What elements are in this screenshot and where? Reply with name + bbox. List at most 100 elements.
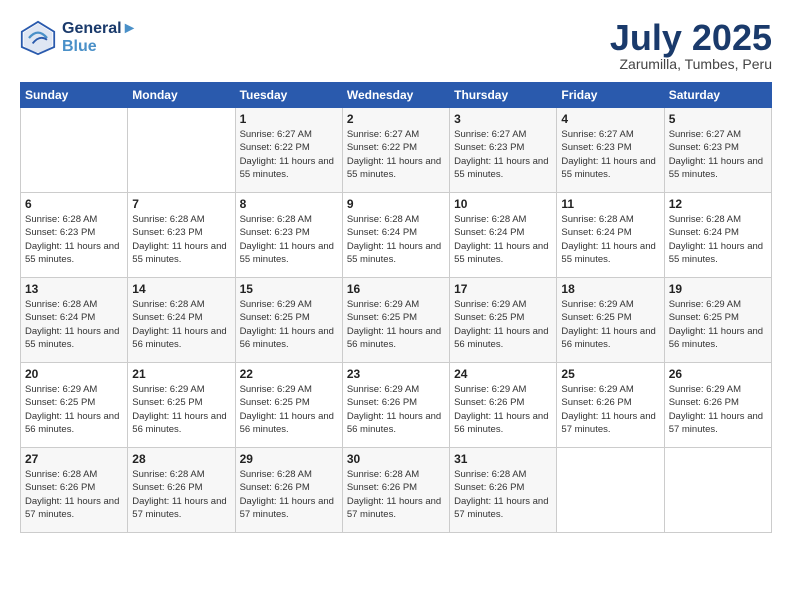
calendar-cell: 10 Sunrise: 6:28 AMSunset: 6:24 PMDayligh… — [450, 193, 557, 278]
calendar-cell: 16 Sunrise: 6:29 AMSunset: 6:25 PMDayligh… — [342, 278, 449, 363]
day-number: 30 — [347, 452, 445, 466]
calendar-cell: 28 Sunrise: 6:28 AMSunset: 6:26 PMDayligh… — [128, 448, 235, 533]
day-detail: Sunrise: 6:29 AMSunset: 6:26 PMDaylight:… — [347, 383, 445, 436]
calendar-cell — [557, 448, 664, 533]
day-detail: Sunrise: 6:29 AMSunset: 6:25 PMDaylight:… — [132, 383, 230, 436]
calendar-cell: 11Sunrise: 6:28 AMSunset: 6:24 PMDayligh… — [557, 193, 664, 278]
logo-icon — [20, 20, 56, 56]
day-number: 21 — [132, 367, 230, 381]
calendar-cell: 15 Sunrise: 6:29 AMSunset: 6:25 PMDayligh… — [235, 278, 342, 363]
day-detail: Sunrise: 6:28 AMSunset: 6:23 PMDaylight:… — [132, 213, 230, 266]
calendar-cell: 19 Sunrise: 6:29 AMSunset: 6:25 PMDayligh… — [664, 278, 771, 363]
day-number: 19 — [669, 282, 767, 296]
day-detail: Sunrise: 6:29 AMSunset: 6:25 PMDaylight:… — [240, 298, 338, 351]
calendar-cell: 12Sunrise: 6:28 AMSunset: 6:24 PMDayligh… — [664, 193, 771, 278]
day-detail: Sunrise: 6:27 AMSunset: 6:23 PMDaylight:… — [454, 128, 552, 181]
calendar-cell: 27 Sunrise: 6:28 AMSunset: 6:26 PMDayligh… — [21, 448, 128, 533]
weekday-header-tuesday: Tuesday — [235, 83, 342, 108]
day-detail: Sunrise: 6:29 AMSunset: 6:25 PMDaylight:… — [240, 383, 338, 436]
weekday-header-saturday: Saturday — [664, 83, 771, 108]
day-detail: Sunrise: 6:29 AMSunset: 6:25 PMDaylight:… — [561, 298, 659, 351]
day-number: 28 — [132, 452, 230, 466]
title-block: July 2025 Zarumilla, Tumbes, Peru — [610, 20, 772, 72]
day-number: 8 — [240, 197, 338, 211]
calendar-cell: 17 Sunrise: 6:29 AMSunset: 6:25 PMDayligh… — [450, 278, 557, 363]
calendar-cell: 18 Sunrise: 6:29 AMSunset: 6:25 PMDayligh… — [557, 278, 664, 363]
day-detail: Sunrise: 6:29 AMSunset: 6:25 PMDaylight:… — [25, 383, 123, 436]
calendar-cell: 6 Sunrise: 6:28 AMSunset: 6:23 PMDaylight… — [21, 193, 128, 278]
day-number: 15 — [240, 282, 338, 296]
calendar-cell: 3 Sunrise: 6:27 AMSunset: 6:23 PMDaylight… — [450, 108, 557, 193]
calendar-table: SundayMondayTuesdayWednesdayThursdayFrid… — [20, 82, 772, 533]
calendar-cell — [664, 448, 771, 533]
month-title: July 2025 — [610, 20, 772, 56]
weekday-header-thursday: Thursday — [450, 83, 557, 108]
weekday-header-monday: Monday — [128, 83, 235, 108]
day-detail: Sunrise: 6:28 AMSunset: 6:26 PMDaylight:… — [25, 468, 123, 521]
day-detail: Sunrise: 6:29 AMSunset: 6:25 PMDaylight:… — [454, 298, 552, 351]
day-detail: Sunrise: 6:29 AMSunset: 6:26 PMDaylight:… — [454, 383, 552, 436]
day-detail: Sunrise: 6:27 AMSunset: 6:23 PMDaylight:… — [561, 128, 659, 181]
day-number: 14 — [132, 282, 230, 296]
calendar-cell: 31 Sunrise: 6:28 AMSunset: 6:26 PMDayligh… — [450, 448, 557, 533]
day-number: 2 — [347, 112, 445, 126]
day-detail: Sunrise: 6:28 AMSunset: 6:24 PMDaylight:… — [561, 213, 659, 266]
calendar-cell: 20Sunrise: 6:29 AMSunset: 6:25 PMDayligh… — [21, 363, 128, 448]
day-number: 17 — [454, 282, 552, 296]
calendar-week-row: 1 Sunrise: 6:27 AMSunset: 6:22 PMDaylight… — [21, 108, 772, 193]
calendar-cell: 21 Sunrise: 6:29 AMSunset: 6:25 PMDayligh… — [128, 363, 235, 448]
calendar-cell: 1 Sunrise: 6:27 AMSunset: 6:22 PMDaylight… — [235, 108, 342, 193]
calendar-week-row: 20Sunrise: 6:29 AMSunset: 6:25 PMDayligh… — [21, 363, 772, 448]
calendar-cell: 26 Sunrise: 6:29 AMSunset: 6:26 PMDayligh… — [664, 363, 771, 448]
calendar-cell: 14 Sunrise: 6:28 AMSunset: 6:24 PMDayligh… — [128, 278, 235, 363]
day-detail: Sunrise: 6:28 AMSunset: 6:24 PMDaylight:… — [132, 298, 230, 351]
day-number: 31 — [454, 452, 552, 466]
calendar-cell: 2Sunrise: 6:27 AMSunset: 6:22 PMDaylight… — [342, 108, 449, 193]
calendar-cell — [21, 108, 128, 193]
calendar-cell: 5 Sunrise: 6:27 AMSunset: 6:23 PMDaylight… — [664, 108, 771, 193]
day-number: 5 — [669, 112, 767, 126]
day-detail: Sunrise: 6:28 AMSunset: 6:26 PMDaylight:… — [132, 468, 230, 521]
logo: General► Blue — [20, 20, 137, 56]
day-number: 10 — [454, 197, 552, 211]
calendar-cell: 29Sunrise: 6:28 AMSunset: 6:26 PMDayligh… — [235, 448, 342, 533]
day-detail: Sunrise: 6:28 AMSunset: 6:24 PMDaylight:… — [454, 213, 552, 266]
weekday-header-wednesday: Wednesday — [342, 83, 449, 108]
day-number: 29 — [240, 452, 338, 466]
day-detail: Sunrise: 6:28 AMSunset: 6:24 PMDaylight:… — [669, 213, 767, 266]
calendar-cell: 23 Sunrise: 6:29 AMSunset: 6:26 PMDayligh… — [342, 363, 449, 448]
day-detail: Sunrise: 6:27 AMSunset: 6:22 PMDaylight:… — [240, 128, 338, 181]
day-number: 13 — [25, 282, 123, 296]
day-number: 23 — [347, 367, 445, 381]
day-detail: Sunrise: 6:28 AMSunset: 6:23 PMDaylight:… — [240, 213, 338, 266]
day-detail: Sunrise: 6:29 AMSunset: 6:26 PMDaylight:… — [669, 383, 767, 436]
day-number: 24 — [454, 367, 552, 381]
day-number: 27 — [25, 452, 123, 466]
day-number: 1 — [240, 112, 338, 126]
calendar-cell: 9Sunrise: 6:28 AMSunset: 6:24 PMDaylight… — [342, 193, 449, 278]
day-detail: Sunrise: 6:27 AMSunset: 6:23 PMDaylight:… — [669, 128, 767, 181]
day-detail: Sunrise: 6:28 AMSunset: 6:24 PMDaylight:… — [25, 298, 123, 351]
day-number: 6 — [25, 197, 123, 211]
day-number: 3 — [454, 112, 552, 126]
calendar-cell: 25Sunrise: 6:29 AMSunset: 6:26 PMDayligh… — [557, 363, 664, 448]
day-detail: Sunrise: 6:28 AMSunset: 6:23 PMDaylight:… — [25, 213, 123, 266]
day-number: 25 — [561, 367, 659, 381]
day-detail: Sunrise: 6:29 AMSunset: 6:25 PMDaylight:… — [347, 298, 445, 351]
day-number: 16 — [347, 282, 445, 296]
day-number: 18 — [561, 282, 659, 296]
day-number: 7 — [132, 197, 230, 211]
weekday-header-sunday: Sunday — [21, 83, 128, 108]
calendar-week-row: 13 Sunrise: 6:28 AMSunset: 6:24 PMDayligh… — [21, 278, 772, 363]
calendar-cell: 7 Sunrise: 6:28 AMSunset: 6:23 PMDaylight… — [128, 193, 235, 278]
day-number: 26 — [669, 367, 767, 381]
calendar-cell: 4Sunrise: 6:27 AMSunset: 6:23 PMDaylight… — [557, 108, 664, 193]
day-detail: Sunrise: 6:29 AMSunset: 6:25 PMDaylight:… — [669, 298, 767, 351]
calendar-week-row: 27 Sunrise: 6:28 AMSunset: 6:26 PMDayligh… — [21, 448, 772, 533]
day-detail: Sunrise: 6:28 AMSunset: 6:26 PMDaylight:… — [454, 468, 552, 521]
calendar-cell: 24 Sunrise: 6:29 AMSunset: 6:26 PMDayligh… — [450, 363, 557, 448]
day-detail: Sunrise: 6:28 AMSunset: 6:24 PMDaylight:… — [347, 213, 445, 266]
calendar-cell: 13 Sunrise: 6:28 AMSunset: 6:24 PMDayligh… — [21, 278, 128, 363]
calendar-cell: 8 Sunrise: 6:28 AMSunset: 6:23 PMDaylight… — [235, 193, 342, 278]
weekday-header-friday: Friday — [557, 83, 664, 108]
